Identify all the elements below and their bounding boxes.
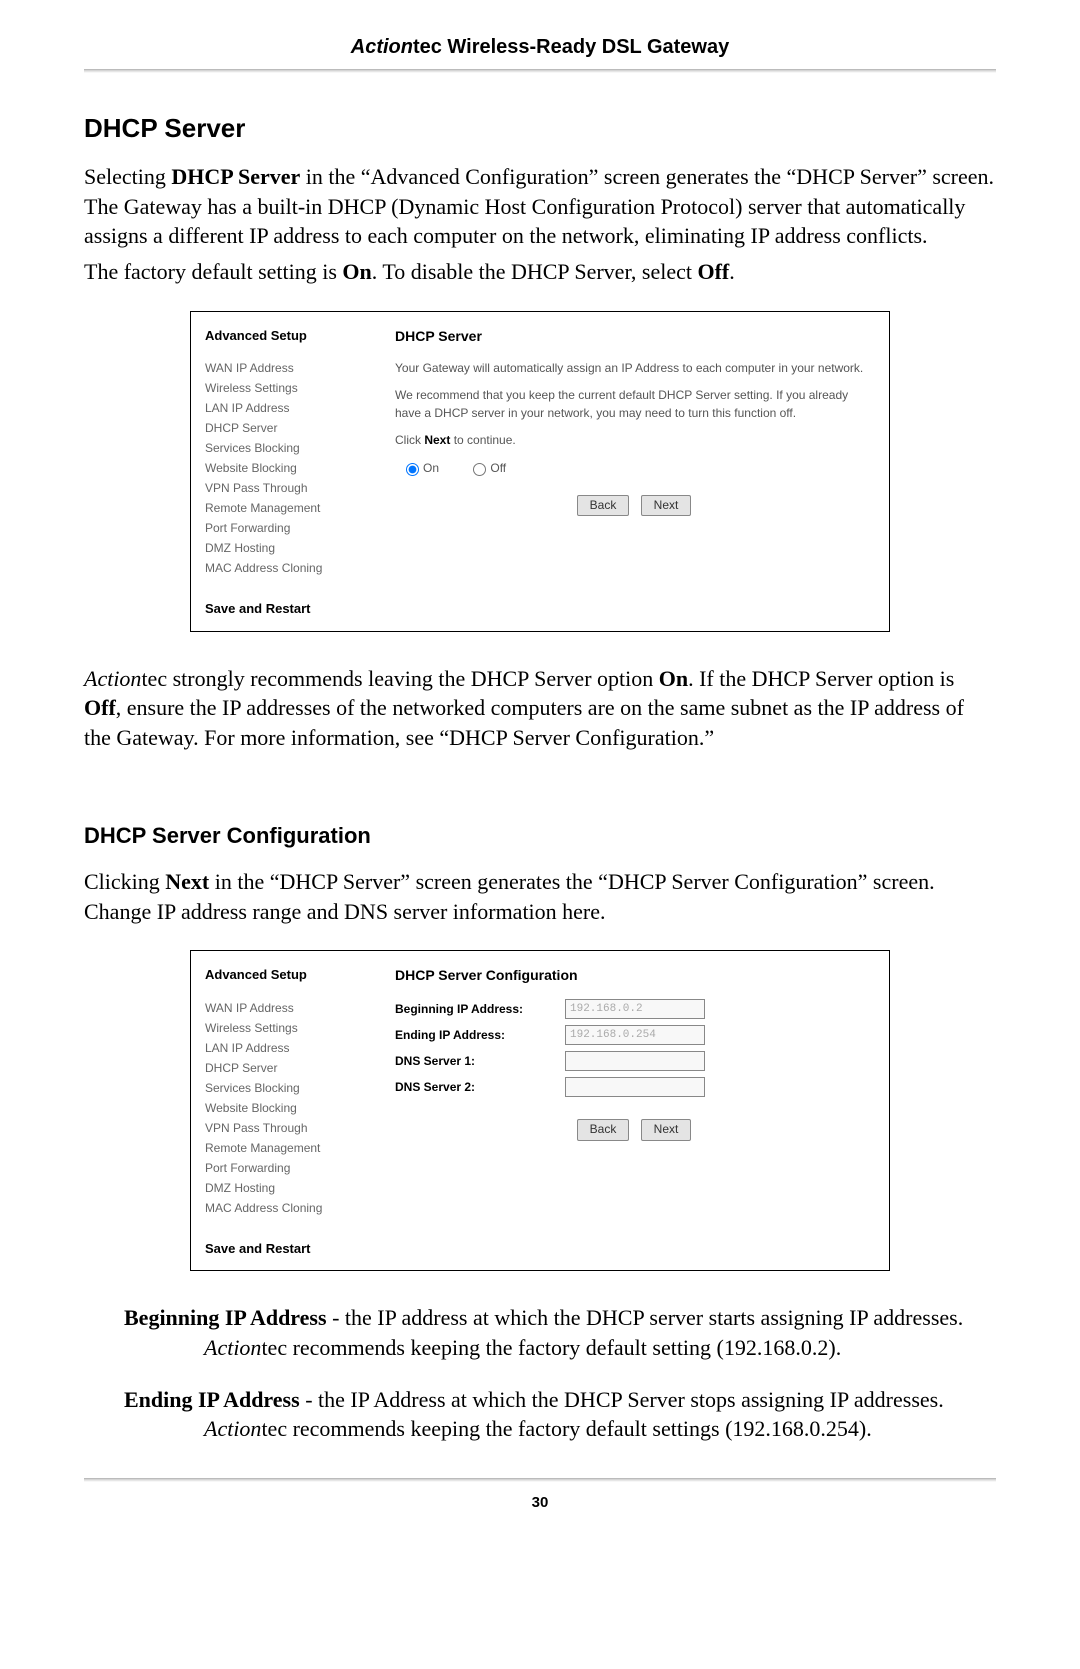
sidebar-item[interactable]: Website Blocking [205,459,369,477]
section1-paragraph: Selecting DHCP Server in the “Advanced C… [84,162,996,251]
sidebar-item[interactable]: Services Blocking [205,439,369,457]
def-ending-ip: Ending IP Address - the IP Address at wh… [124,1385,976,1444]
screenshot-main-panel: DHCP Server Configuration Beginning IP A… [379,951,889,1270]
section2-paragraph: Clicking Next in the “DHCP Server” scree… [84,867,996,926]
sidebar-item[interactable]: Wireless Settings [205,379,369,397]
sidebar-item[interactable]: LAN IP Address [205,1039,369,1057]
sidebar-item[interactable]: MAC Address Cloning [205,1199,369,1217]
sidebar-item[interactable]: DMZ Hosting [205,1179,369,1197]
back-button[interactable]: Back [577,1119,630,1140]
brand-italic: Action [351,36,413,58]
brand-rest: tec Wireless-Ready DSL Gateway [413,36,729,58]
footer-rule [84,1478,996,1482]
next-button[interactable]: Next [641,495,692,516]
sidebar-item[interactable]: WAN IP Address [205,999,369,1017]
button-row: Back Next [395,1119,873,1140]
sidebar-item[interactable]: Port Forwarding [205,519,369,537]
screenshot-sidebar: Advanced Setup WAN IP Address Wireless S… [191,951,379,1270]
after-screenshot1-paragraph: Actiontec strongly recommends leaving th… [84,664,996,753]
screenshot-sidebar: Advanced Setup WAN IP Address Wireless S… [191,312,379,631]
sidebar-item[interactable]: VPN Pass Through [205,479,369,497]
dns1-input[interactable] [565,1051,705,1071]
page-number: 30 [84,1494,996,1511]
screenshot-main-panel: DHCP Server Your Gateway will automatica… [379,312,889,631]
sidebar-item[interactable]: Port Forwarding [205,1159,369,1177]
panel-title: DHCP Server [395,326,873,346]
radio-on[interactable]: On [401,461,439,475]
screenshot-dhcp-config: Advanced Setup WAN IP Address Wireless S… [190,950,890,1271]
definition-list: Beginning IP Address - the IP address at… [124,1303,976,1444]
panel-text: Your Gateway will automatically assign a… [395,360,873,377]
def-beginning-ip: Beginning IP Address - the IP address at… [124,1303,976,1362]
begin-ip-label: Beginning IP Address: [395,1001,565,1018]
sidebar-item[interactable]: Remote Management [205,499,369,517]
sidebar-item[interactable]: MAC Address Cloning [205,559,369,577]
end-ip-input[interactable] [565,1025,705,1045]
dns2-input[interactable] [565,1077,705,1097]
sidebar-save-restart[interactable]: Save and Restart [205,599,369,619]
section-title-dhcp-server: DHCP Server [84,113,996,144]
dns2-label: DNS Server 2: [395,1079,565,1096]
sidebar-item[interactable]: Remote Management [205,1139,369,1157]
panel-text: Click Next to continue. [395,432,873,449]
sidebar-item[interactable]: Website Blocking [205,1099,369,1117]
button-row: Back Next [395,495,873,516]
panel-title: DHCP Server Configuration [395,965,873,985]
sidebar-item[interactable]: Services Blocking [205,1079,369,1097]
sidebar-title: Advanced Setup [205,326,369,346]
sidebar-item[interactable]: DHCP Server [205,1059,369,1077]
header-rule [84,69,996,73]
radio-on-input[interactable] [406,463,419,476]
doc-header: Actiontec Wireless-Ready DSL Gateway [84,36,996,59]
dhcp-on-off-radios: On Off [401,460,873,477]
sidebar-item[interactable]: Wireless Settings [205,1019,369,1037]
end-ip-label: Ending IP Address: [395,1027,565,1044]
dns1-label: DNS Server 1: [395,1053,565,1070]
section1-paragraph2: The factory default setting is On. To di… [84,257,996,287]
sidebar-title: Advanced Setup [205,965,369,985]
next-button[interactable]: Next [641,1119,692,1140]
back-button[interactable]: Back [577,495,630,516]
sidebar-item[interactable]: WAN IP Address [205,359,369,377]
sidebar-item[interactable]: DMZ Hosting [205,539,369,557]
sidebar-item[interactable]: VPN Pass Through [205,1119,369,1137]
radio-off[interactable]: Off [468,461,506,475]
screenshot-dhcp-server: Advanced Setup WAN IP Address Wireless S… [190,311,890,632]
sidebar-item[interactable]: LAN IP Address [205,399,369,417]
section-title-dhcp-config: DHCP Server Configuration [84,823,996,849]
sidebar-save-restart[interactable]: Save and Restart [205,1239,369,1259]
sidebar-item[interactable]: DHCP Server [205,419,369,437]
panel-text: We recommend that you keep the current d… [395,387,873,422]
begin-ip-input[interactable] [565,999,705,1019]
radio-off-input[interactable] [473,463,486,476]
